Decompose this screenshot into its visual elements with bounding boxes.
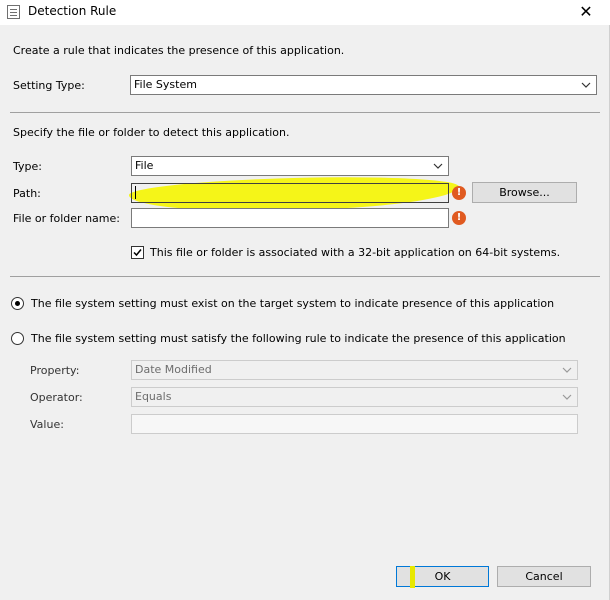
chevron-down-icon	[432, 160, 444, 172]
path-label: Path:	[13, 187, 41, 200]
error-icon: !	[452, 211, 466, 225]
cancel-button[interactable]: Cancel	[497, 566, 591, 587]
type-label: Type:	[13, 160, 42, 173]
value-label: Value:	[30, 418, 64, 431]
chevron-down-icon	[561, 391, 573, 403]
chevron-down-icon	[561, 364, 573, 376]
operator-select[interactable]: Equals	[131, 387, 578, 407]
check-icon	[133, 249, 142, 257]
close-button[interactable]: ✕	[563, 0, 609, 25]
property-label: Property:	[30, 364, 80, 377]
separator-middle	[10, 276, 600, 277]
file-name-input[interactable]	[131, 208, 449, 228]
operator-value: Equals	[135, 390, 172, 403]
setting-type-select[interactable]: File System	[130, 75, 597, 95]
checkbox-32bit-label: This file or folder is associated with a…	[150, 246, 561, 259]
text-caret	[135, 186, 136, 199]
radio-must-exist-label: The file system setting must exist on th…	[31, 297, 555, 310]
highlight-mark	[410, 566, 415, 588]
browse-button[interactable]: Browse...	[472, 182, 577, 203]
property-value: Date Modified	[135, 363, 212, 376]
close-icon: ✕	[579, 2, 593, 21]
setting-type-value: File System	[134, 78, 197, 91]
separator-top	[10, 112, 600, 113]
intro-text: Create a rule that indicates the presenc…	[13, 44, 345, 57]
error-icon: !	[452, 186, 466, 200]
operator-label: Operator:	[30, 391, 83, 404]
detection-rule-dialog: Detection Rule ✕ Create a rule that indi…	[0, 0, 610, 600]
property-select[interactable]: Date Modified	[131, 360, 578, 380]
radio-satisfy-rule[interactable]	[11, 332, 24, 345]
window-title: Detection Rule	[28, 4, 117, 18]
name-label: File or folder name:	[13, 212, 120, 225]
type-value: File	[135, 159, 154, 172]
checkbox-32bit[interactable]	[131, 246, 144, 259]
specify-text: Specify the file or folder to detect thi…	[13, 126, 290, 139]
setting-type-label: Setting Type:	[13, 79, 85, 92]
path-input[interactable]	[131, 183, 449, 203]
type-select[interactable]: File	[131, 156, 449, 176]
radio-must-exist[interactable]	[11, 297, 24, 310]
radio-satisfy-rule-label: The file system setting must satisfy the…	[31, 332, 566, 345]
dialog-icon	[7, 5, 20, 19]
chevron-down-icon	[580, 79, 592, 91]
value-input[interactable]	[131, 414, 578, 434]
title-bar: Detection Rule ✕	[0, 0, 610, 25]
